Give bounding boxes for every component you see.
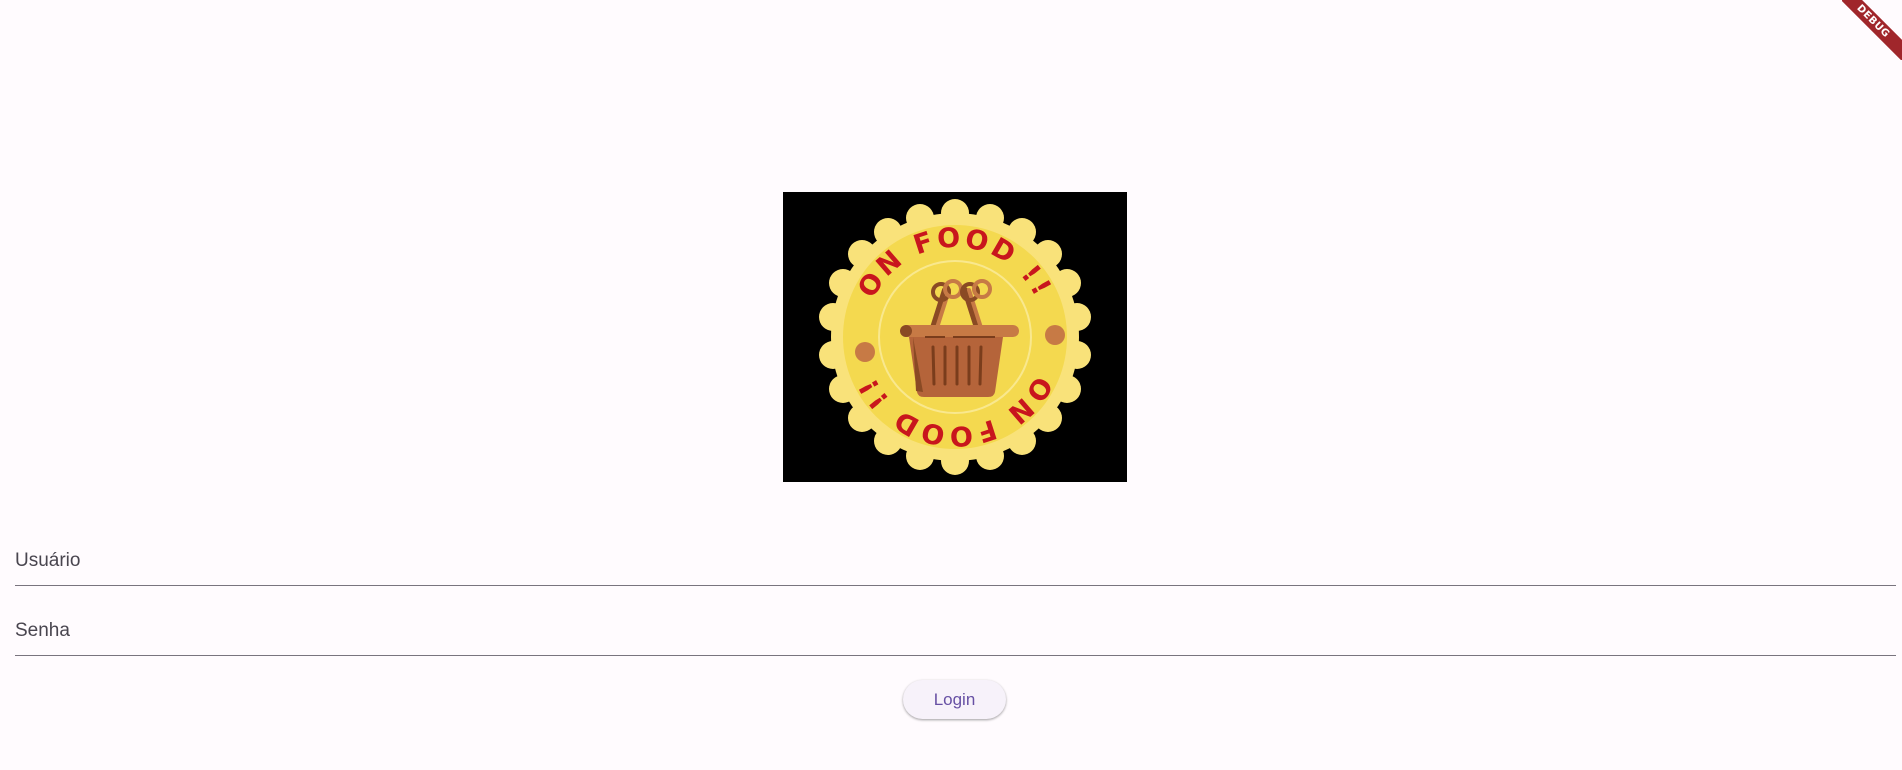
logo-badge: ON FOOD !! ON FOOD !! bbox=[819, 199, 1091, 475]
password-input[interactable] bbox=[15, 598, 1896, 655]
password-field[interactable]: Senha bbox=[15, 598, 1896, 656]
debug-banner: DEBUG bbox=[1842, 0, 1902, 60]
debug-banner-label: DEBUG bbox=[1842, 0, 1902, 60]
app-logo: ON FOOD !! ON FOOD !! bbox=[783, 192, 1127, 482]
username-input[interactable] bbox=[15, 528, 1896, 585]
username-field[interactable]: Usuário bbox=[15, 528, 1896, 586]
login-button[interactable]: Login bbox=[903, 680, 1006, 719]
